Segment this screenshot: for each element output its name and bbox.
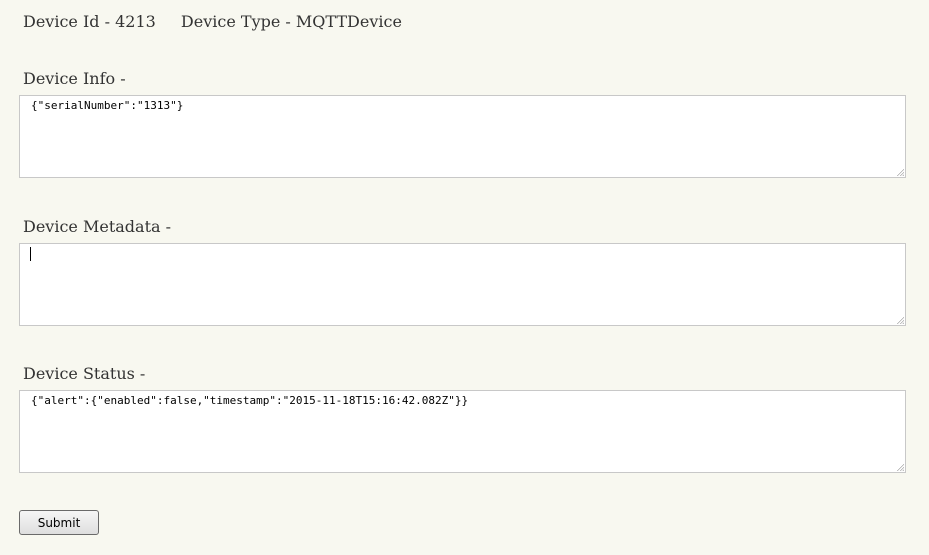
device-info-label: Device Info - (23, 69, 126, 88)
device-status-label: Device Status - (23, 364, 146, 383)
submit-button[interactable]: Submit (19, 510, 99, 535)
device-status-field-wrapper (19, 390, 906, 473)
device-type-label: Device Type - MQTTDevice (180, 12, 402, 31)
text-cursor (30, 247, 31, 261)
device-status-textarea[interactable] (19, 390, 906, 473)
resize-grip-icon[interactable] (896, 463, 904, 471)
device-metadata-textarea[interactable] (19, 243, 906, 326)
resize-grip-icon[interactable] (896, 316, 904, 324)
device-id-label: Device Id - 4213 (23, 12, 156, 31)
device-metadata-label: Device Metadata - (23, 217, 172, 236)
device-header: Device Id - 4213 Device Type - MQTTDevic… (23, 12, 402, 31)
resize-grip-icon[interactable] (896, 168, 904, 176)
device-info-textarea[interactable] (19, 95, 906, 178)
device-info-field-wrapper (19, 95, 906, 178)
device-metadata-field-wrapper (19, 243, 906, 326)
